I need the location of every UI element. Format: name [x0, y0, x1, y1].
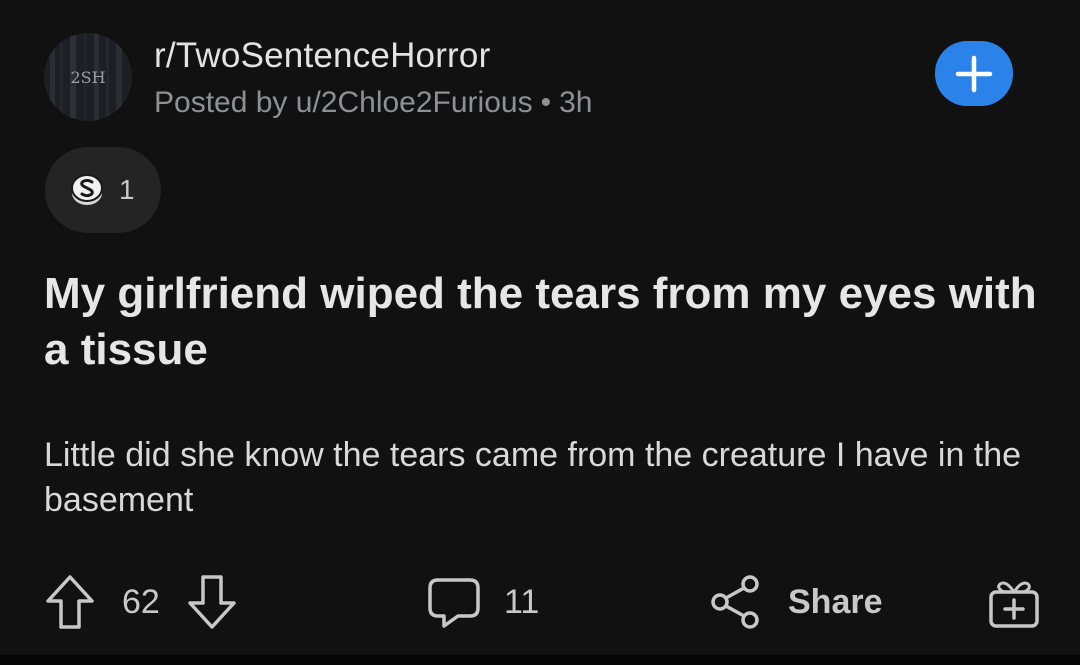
post-card: 2SH r/TwoSentenceHorror Posted by u/2Chl… [0, 0, 1080, 655]
score-value: 62 [122, 582, 160, 621]
join-subreddit-button[interactable] [935, 41, 1013, 106]
share-icon [711, 575, 759, 629]
arrow-up-icon [46, 575, 94, 629]
silver-award-icon [71, 174, 103, 205]
post-body: Little did she know the tears came from … [44, 436, 1022, 519]
comment-bubble-icon [428, 578, 480, 628]
post-title[interactable]: My girlfriend wiped the tears from my ey… [44, 266, 1044, 378]
meta-separator: • [540, 86, 552, 119]
subreddit-name[interactable]: r/TwoSentenceHorror [154, 36, 490, 76]
give-award-button[interactable] [986, 570, 1042, 634]
vote-score: 62 [122, 570, 160, 634]
bottom-divider [0, 655, 1080, 665]
post-meta: Posted by u/2Chloe2Furious • 3h [154, 86, 592, 120]
post-age: 3h [559, 86, 593, 119]
share-label: Share [788, 582, 883, 621]
arrow-down-icon [188, 575, 236, 629]
plus-icon [955, 55, 993, 92]
upvote-button[interactable] [44, 570, 96, 634]
award-count: 1 [119, 174, 135, 205]
comments-button[interactable]: 11 [426, 570, 539, 634]
comment-count: 11 [504, 582, 540, 621]
subreddit-avatar[interactable]: 2SH [44, 33, 132, 121]
author-username[interactable]: u/2Chloe2Furious [296, 86, 533, 119]
awards-pill[interactable]: 1 [45, 147, 161, 233]
share-button[interactable]: Share [710, 570, 883, 634]
posted-by-label: Posted by [154, 86, 288, 119]
downvote-button[interactable] [186, 570, 238, 634]
avatar-logo-text: 2SH [70, 68, 105, 87]
gift-icon [989, 581, 1039, 628]
